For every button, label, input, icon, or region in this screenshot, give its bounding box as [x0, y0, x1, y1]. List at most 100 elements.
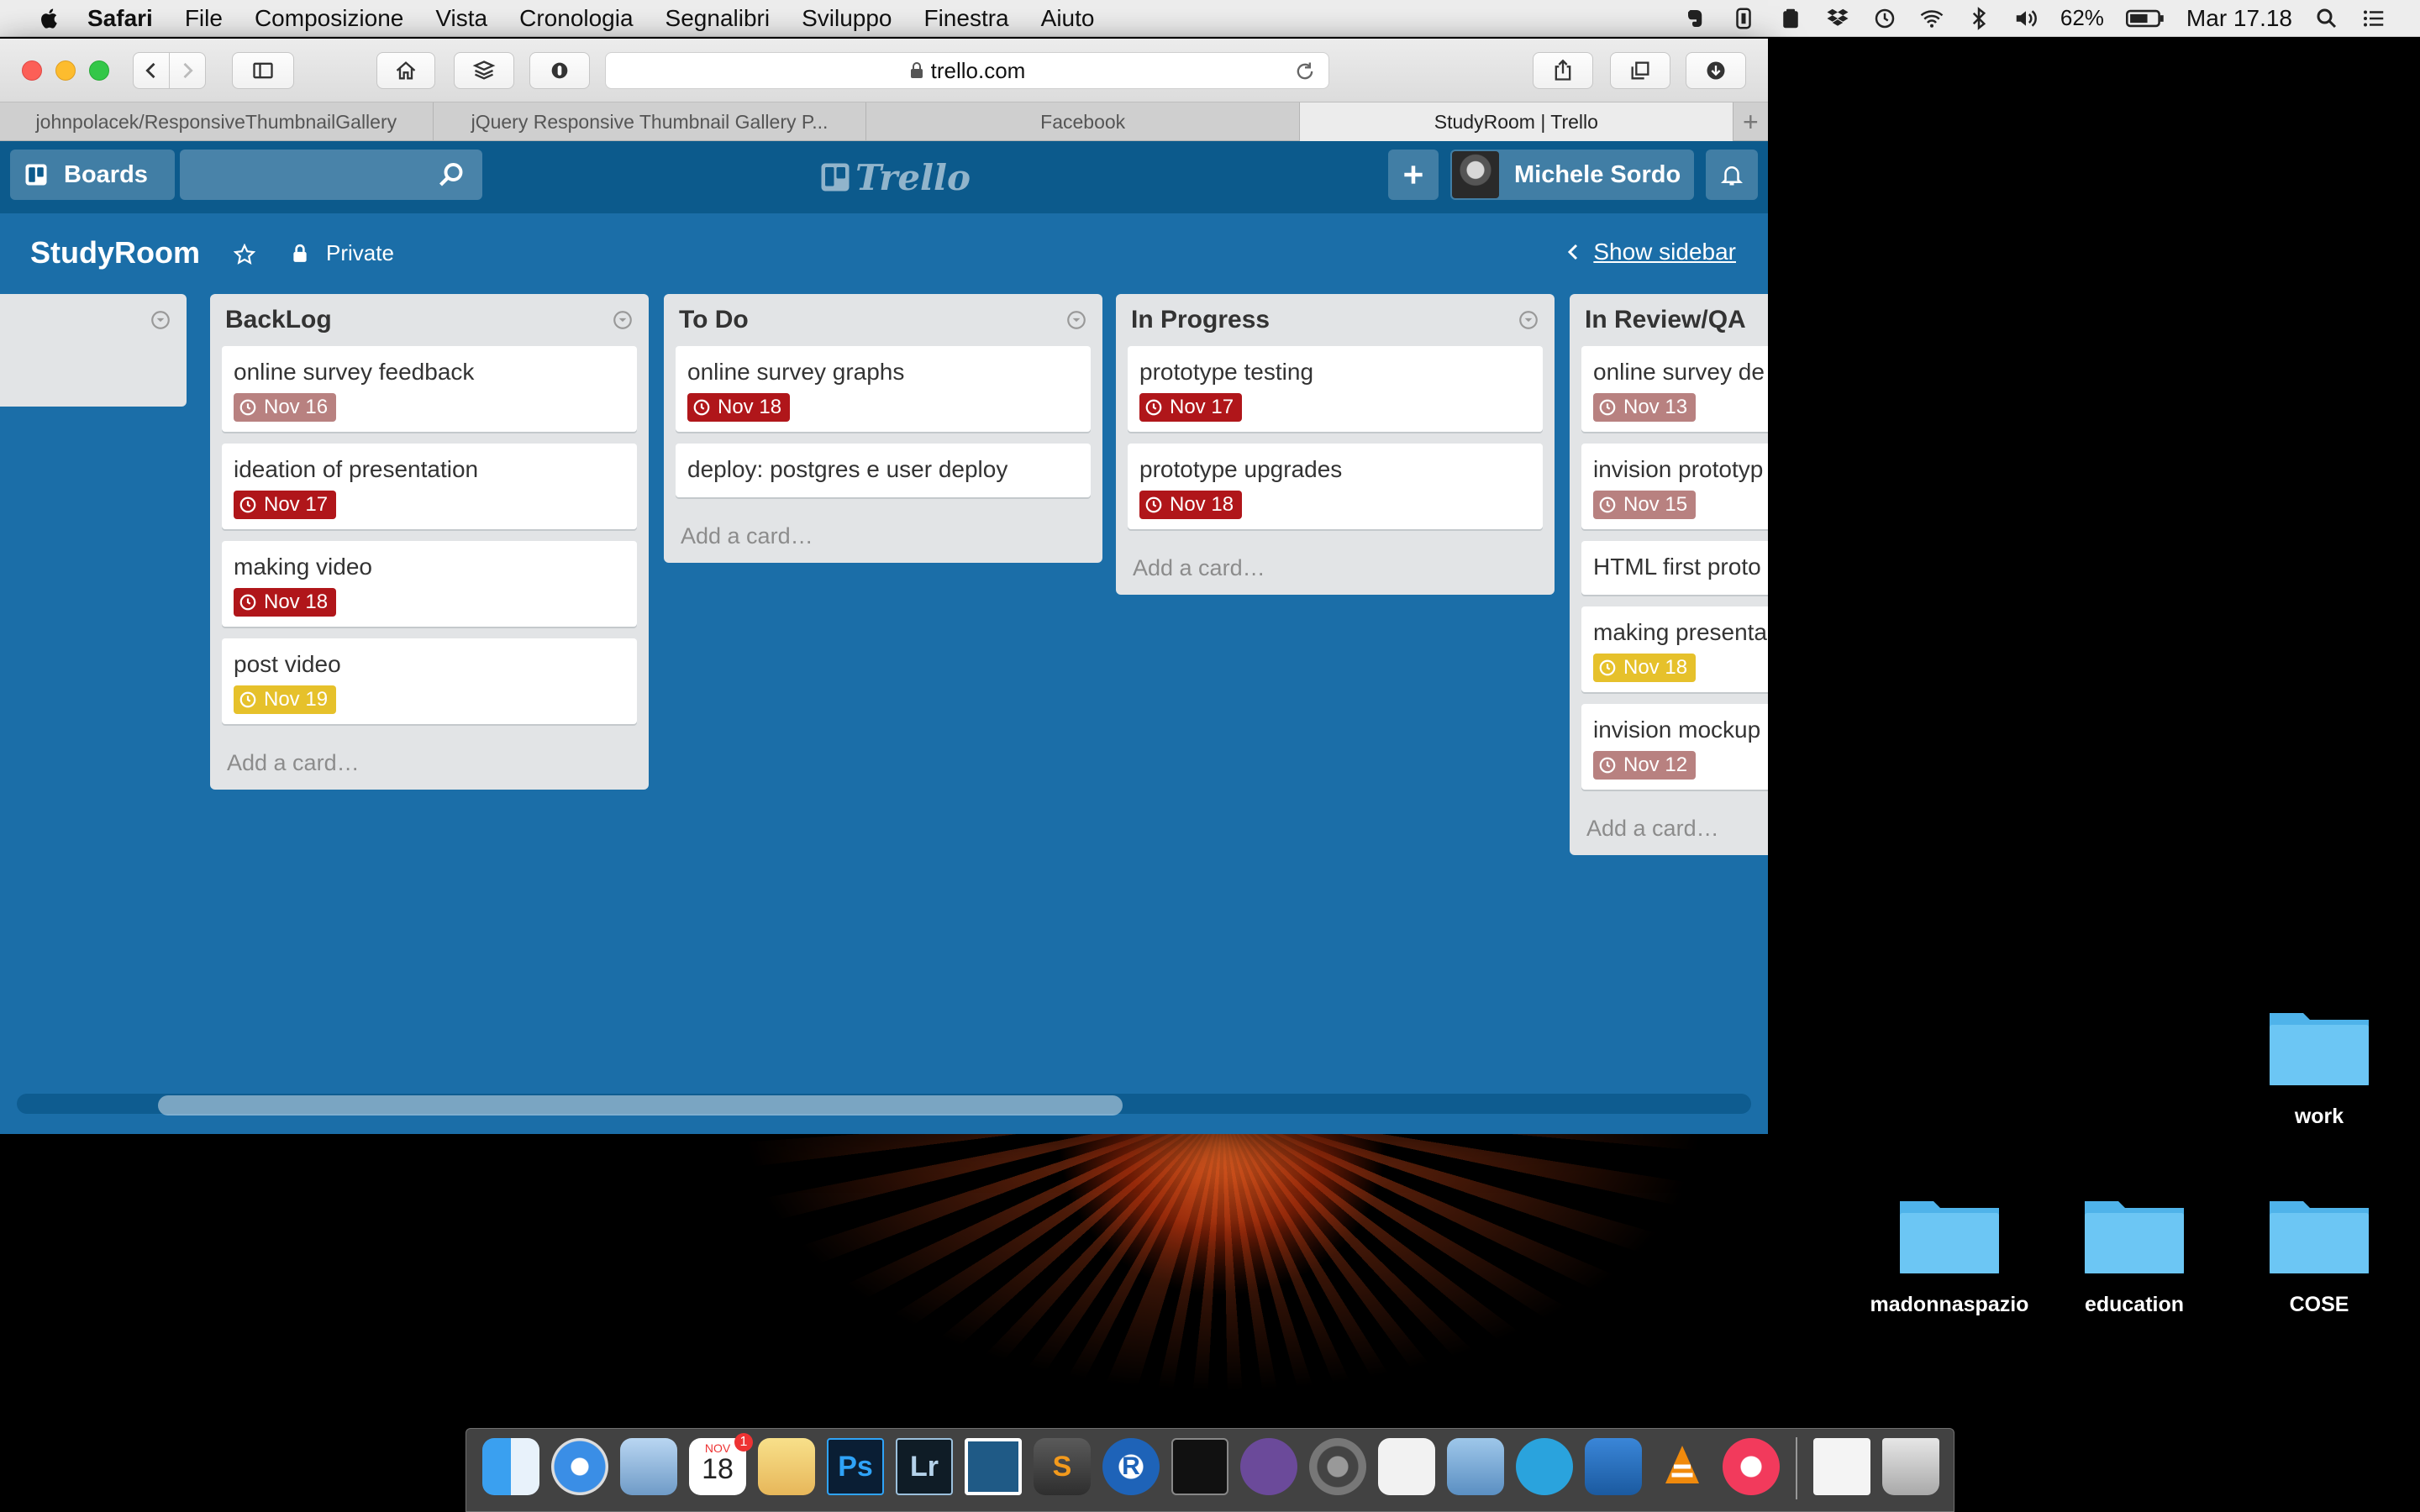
window-zoom-button[interactable] [89, 60, 109, 81]
card[interactable]: online survey de Nov 13 [1581, 346, 1768, 432]
board-privacy-button[interactable]: Private [291, 240, 394, 266]
menu-vista[interactable]: Vista [435, 5, 487, 32]
list-menu-icon[interactable] [1065, 309, 1087, 331]
card[interactable]: making video Nov 18 [222, 541, 637, 627]
list-title[interactable]: To Do [679, 306, 749, 334]
time-machine-icon[interactable] [1872, 6, 1897, 31]
add-card-link[interactable]: Add a card… [1581, 801, 1768, 855]
menu-composizione[interactable]: Composizione [255, 5, 403, 32]
card[interactable]: prototype testing Nov 17 [1128, 346, 1543, 432]
finder-icon[interactable] [482, 1438, 539, 1495]
sublime-icon[interactable]: S [1034, 1438, 1091, 1495]
lightroom-icon[interactable]: Lr [896, 1438, 953, 1495]
calendar-icon[interactable]: NOV 18 1 [689, 1433, 753, 1495]
bluetooth-icon[interactable] [1966, 6, 1991, 31]
mail-icon[interactable] [620, 1438, 677, 1495]
desktop-folder-work[interactable]: work [2235, 1005, 2403, 1129]
trash-icon[interactable] [1882, 1438, 1939, 1495]
add-card-link[interactable]: Add a card… [1128, 541, 1543, 595]
tab-github[interactable]: johnpolacek/ResponsiveThumbnailGallery [0, 102, 434, 141]
notifications-button[interactable] [1706, 150, 1758, 200]
spotlight-search-icon[interactable] [2314, 6, 2339, 31]
address-bar[interactable]: trello.com [605, 52, 1329, 89]
evernote-icon[interactable] [1684, 6, 1709, 31]
board-title[interactable]: StudyRoom [30, 235, 200, 270]
list-header[interactable]: To Do [676, 294, 1091, 346]
show-sidebar-link[interactable]: Show sidebar [1565, 239, 1736, 265]
card[interactable]: making presenta Nov 18 [1581, 606, 1768, 692]
card[interactable]: HTML first proto [1581, 541, 1768, 595]
menu-app-name[interactable]: Safari [87, 5, 153, 32]
new-tab-button[interactable]: + [1733, 102, 1768, 141]
downloads-button[interactable] [1686, 52, 1746, 89]
buffer-extension-button[interactable] [454, 52, 514, 89]
window-close-button[interactable] [22, 60, 42, 81]
due-date-badge[interactable]: Nov 17 [234, 491, 337, 519]
card[interactable]: post video Nov 19 [222, 638, 637, 724]
list-menu-icon[interactable] [612, 309, 634, 331]
system-preferences-icon[interactable] [1309, 1438, 1366, 1495]
list-title[interactable]: In Review/QA [1585, 306, 1746, 334]
tab-jquery-gallery[interactable]: jQuery Responsive Thumbnail Gallery P... [434, 102, 867, 141]
list-header[interactable]: BackLog [222, 294, 637, 346]
list-menu-icon[interactable] [150, 309, 171, 331]
textedit-icon[interactable] [1378, 1438, 1435, 1495]
tab-trello-active[interactable]: StudyRoom | Trello [1300, 102, 1733, 141]
apple-menu-icon[interactable] [35, 4, 64, 33]
notes-icon[interactable] [758, 1438, 815, 1495]
due-date-badge[interactable]: Nov 17 [1139, 393, 1243, 422]
list-title[interactable]: BackLog [225, 306, 332, 334]
card[interactable]: ideation of presentation Nov 17 [222, 444, 637, 529]
telegram-icon[interactable] [1516, 1438, 1573, 1495]
list-title[interactable]: In Progress [1131, 306, 1270, 334]
due-date-badge[interactable]: Nov 18 [687, 393, 791, 422]
preview-icon[interactable] [1447, 1438, 1504, 1495]
card[interactable]: online survey feedback Nov 16 [222, 346, 637, 432]
photoshop-icon[interactable]: Ps [827, 1438, 884, 1495]
forward-button[interactable] [169, 52, 206, 89]
card[interactable]: invision mockup Nov 12 [1581, 704, 1768, 790]
menu-segnalibri[interactable]: Segnalibri [666, 5, 771, 32]
share-button[interactable] [1533, 52, 1593, 89]
list-menu-icon[interactable] [1518, 309, 1539, 331]
battery-icon[interactable] [2125, 6, 2165, 31]
due-date-badge[interactable]: Nov 18 [1593, 654, 1697, 682]
card[interactable]: invision prototyp Nov 15 [1581, 444, 1768, 529]
wifi-icon[interactable] [1919, 6, 1944, 31]
menu-sviluppo[interactable]: Sviluppo [802, 5, 892, 32]
star-icon[interactable] [234, 244, 255, 265]
boards-button[interactable]: Boards [10, 150, 175, 200]
dropbox-icon[interactable] [1825, 6, 1850, 31]
r-icon[interactable]: R [1102, 1438, 1160, 1495]
create-button[interactable] [1388, 150, 1439, 200]
card[interactable]: online survey graphs Nov 18 [676, 346, 1091, 432]
member-menu-button[interactable]: Michele Sordo [1450, 150, 1694, 200]
add-card-link[interactable]: Add a card… [222, 736, 637, 790]
terminal-icon[interactable] [1171, 1438, 1228, 1495]
itunes-icon[interactable] [1723, 1438, 1780, 1495]
clipboard-icon[interactable] [1778, 6, 1803, 31]
menu-file[interactable]: File [185, 5, 223, 32]
card[interactable]: deploy: postgres e user deploy [676, 444, 1091, 497]
battery-status-icon[interactable] [1731, 6, 1756, 31]
sidebar-toggle-button[interactable] [232, 52, 294, 89]
list-header[interactable]: In Review/QA [1581, 294, 1768, 346]
tab-facebook[interactable]: Facebook [866, 102, 1301, 141]
vlc-icon[interactable] [1654, 1438, 1711, 1495]
ghostery-extension-button[interactable] [529, 52, 590, 89]
trello-logo[interactable]: Trello [820, 156, 971, 198]
due-date-badge[interactable]: Nov 18 [234, 588, 337, 617]
due-date-badge[interactable]: Nov 12 [1593, 751, 1697, 780]
volume-icon[interactable] [2013, 6, 2039, 31]
list-header[interactable]: In Progress [1128, 294, 1543, 346]
due-date-badge[interactable]: Nov 18 [1139, 491, 1243, 519]
home-button[interactable] [376, 52, 435, 89]
due-date-badge[interactable]: Nov 16 [234, 393, 337, 422]
menu-aiuto[interactable]: Aiuto [1041, 5, 1095, 32]
notification-center-icon[interactable] [2361, 6, 2386, 31]
github-icon[interactable] [1240, 1438, 1297, 1495]
back-button[interactable] [133, 52, 170, 89]
desktop-folder-cose[interactable]: COSE [2235, 1193, 2403, 1317]
search-icon[interactable] [437, 160, 467, 190]
keynote-icon[interactable] [1585, 1438, 1642, 1495]
